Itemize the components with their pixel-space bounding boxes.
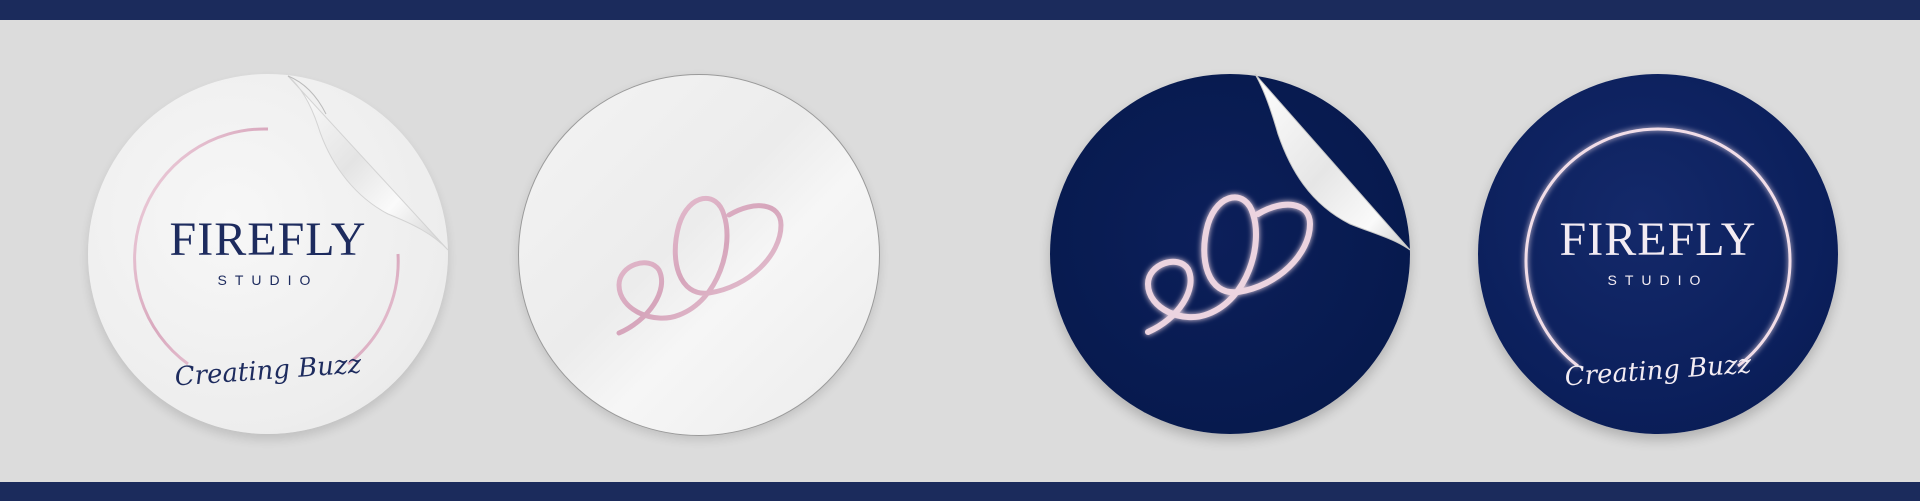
sticker-dark-icon bbox=[1050, 74, 1410, 434]
sticker-showcase: FIREFLY STUDIO Creating Buzz FIREFLY STU… bbox=[0, 20, 1920, 482]
sticker-light-icon bbox=[518, 74, 880, 436]
sticker-light-logo: FIREFLY STUDIO Creating Buzz bbox=[88, 74, 448, 434]
peel-corner-icon bbox=[1254, 74, 1410, 251]
brand-name: FIREFLY bbox=[1559, 213, 1757, 266]
top-navy-band bbox=[0, 0, 1920, 20]
bottom-navy-band bbox=[0, 482, 1920, 501]
firefly-scribble-icon bbox=[616, 196, 784, 336]
peel-corner-icon bbox=[287, 75, 448, 251]
brand-subtitle: STUDIO bbox=[1607, 272, 1709, 288]
sticker-dark-logo: FIREFLY STUDIO Creating Buzz bbox=[1478, 74, 1838, 434]
